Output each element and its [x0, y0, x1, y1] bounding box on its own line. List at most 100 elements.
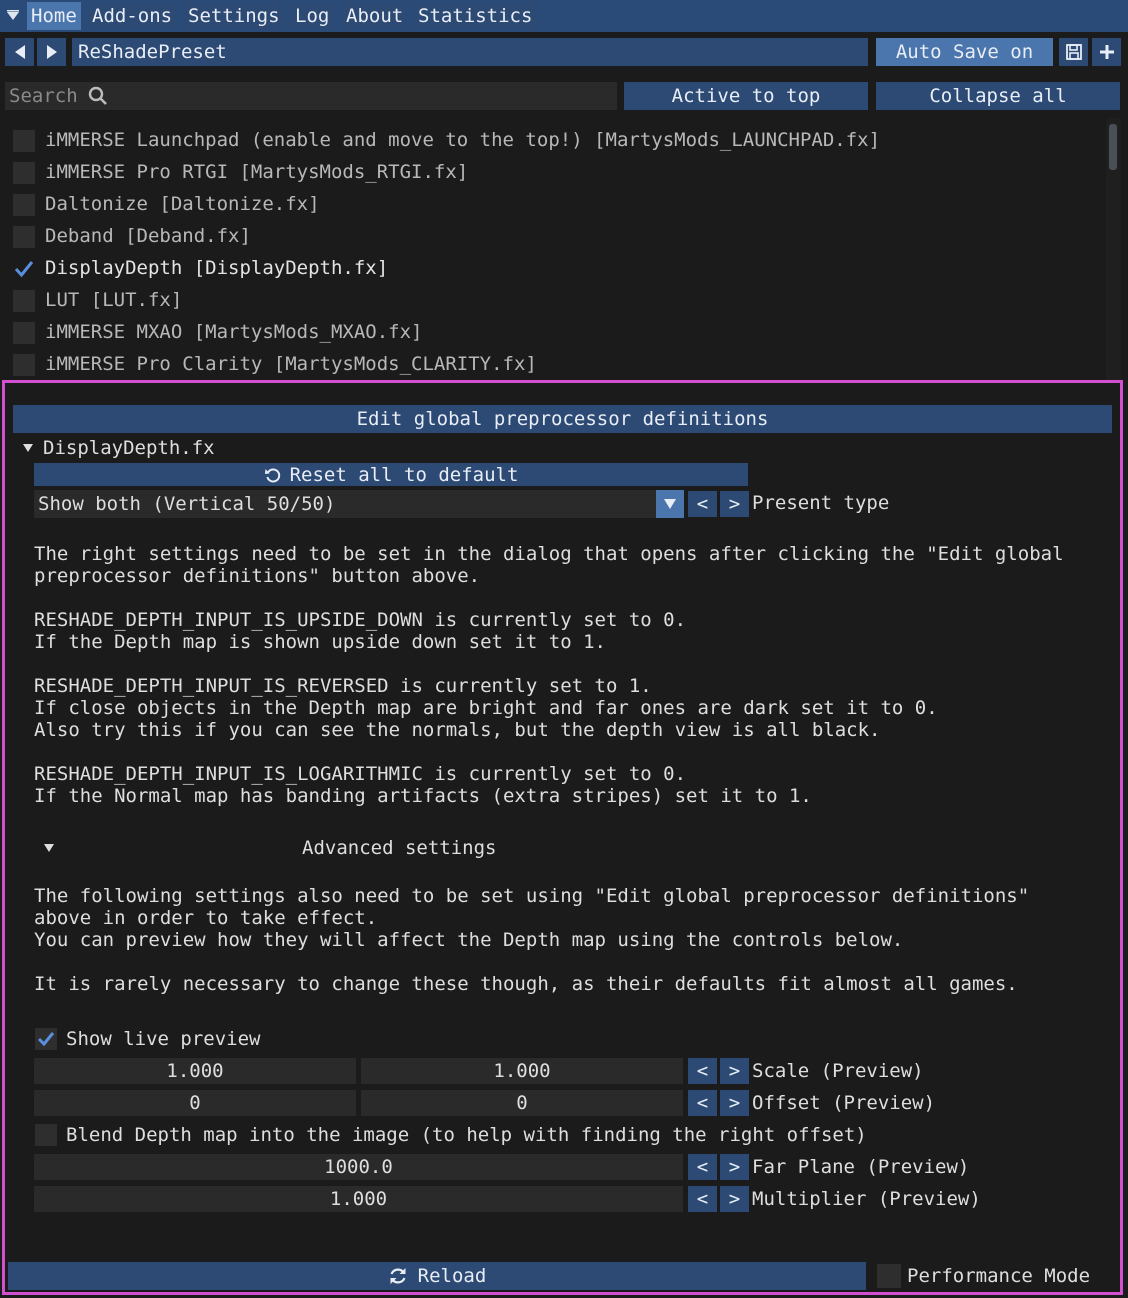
info-text: preprocessor definitions" button above. — [34, 565, 481, 587]
tab-bar: Home Add-ons Settings Log About Statisti… — [0, 0, 1128, 32]
present-type-prev-button[interactable]: < — [688, 491, 717, 517]
offset-y-input[interactable]: 0 — [361, 1090, 683, 1116]
edit-global-preprocessor-button[interactable]: Edit global preprocessor definitions — [13, 405, 1112, 433]
info-text: You can preview how they will affect the… — [34, 929, 904, 951]
scale-y-input[interactable]: 1.000 — [361, 1058, 683, 1084]
offset-y-value: 0 — [516, 1092, 528, 1114]
far-plane-decrease-button[interactable]: < — [688, 1154, 717, 1180]
multiplier-decrease-button[interactable]: < — [688, 1186, 717, 1212]
dropdown-arrow-icon — [664, 499, 676, 509]
effect-enable-checkbox[interactable] — [13, 162, 35, 184]
save-preset-button[interactable] — [1059, 38, 1088, 66]
present-type-dropdown-button[interactable] — [656, 490, 684, 518]
menu-dropdown-icon[interactable] — [4, 5, 22, 27]
tab-home[interactable]: Home — [27, 2, 81, 30]
effect-enable-checkbox[interactable] — [13, 354, 35, 376]
scale-y-value: 1.000 — [493, 1060, 551, 1082]
plus-icon — [1099, 45, 1114, 59]
effect-enable-checkbox[interactable] — [13, 226, 35, 248]
effect-enable-checkbox[interactable] — [13, 194, 35, 216]
far-plane-value: 1000.0 — [324, 1156, 393, 1178]
tab-about[interactable]: About — [342, 2, 408, 30]
info-text: If close objects in the Depth map are br… — [34, 697, 938, 719]
reload-button[interactable]: Reload — [8, 1262, 866, 1290]
effect-item[interactable]: Deband [Deband.fx] — [5, 220, 1105, 252]
effect-enable-checkbox[interactable] — [13, 322, 35, 344]
scale-label: Scale (Preview) — [752, 1060, 924, 1082]
multiplier-increase-button[interactable]: > — [720, 1186, 749, 1212]
scale-x-input[interactable]: 1.000 — [34, 1058, 356, 1084]
effect-list: iMMERSE Launchpad (enable and move to th… — [5, 118, 1121, 380]
add-preset-button[interactable] — [1092, 38, 1121, 66]
performance-mode-checkbox[interactable] — [877, 1264, 901, 1288]
tab-log-label: Log — [295, 5, 330, 27]
info-text: It is rarely necessary to change these t… — [34, 973, 1018, 995]
present-type-value: Show both (Vertical 50/50) — [38, 493, 336, 515]
multiplier-input[interactable]: 1.000 — [34, 1186, 683, 1212]
auto-save-button[interactable]: Auto Save on — [876, 38, 1053, 66]
info-text: The right settings need to be set in the… — [34, 543, 1064, 565]
search-placeholder: Search — [9, 85, 78, 107]
advanced-settings-label: Advanced settings — [302, 837, 497, 859]
offset-increase-button[interactable]: > — [720, 1090, 749, 1116]
tab-statistics[interactable]: Statistics — [414, 2, 537, 30]
effect-item[interactable]: iMMERSE MXAO [MartysMods_MXAO.fx] — [5, 316, 1105, 348]
scale-increase-button[interactable]: > — [720, 1058, 749, 1084]
effect-enable-checkbox[interactable] — [13, 290, 35, 312]
effect-item[interactable]: DisplayDepth [DisplayDepth.fx] — [5, 252, 1105, 284]
effect-item[interactable]: LUT [LUT.fx] — [5, 284, 1105, 316]
search-input[interactable]: Search — [5, 82, 617, 110]
tab-log[interactable]: Log — [291, 2, 334, 30]
preset-name: ReShadePreset — [78, 41, 227, 63]
effect-enable-checkbox[interactable] — [13, 130, 35, 152]
preset-selector[interactable]: ReShadePreset — [72, 38, 868, 66]
effect-item[interactable]: iMMERSE Pro Clarity [MartysMods_CLARITY.… — [5, 348, 1105, 380]
next-preset-button[interactable] — [37, 38, 66, 66]
effect-item[interactable]: iMMERSE Launchpad (enable and move to th… — [5, 124, 1105, 156]
show-live-preview-checkbox[interactable] — [35, 1028, 57, 1050]
reset-all-button[interactable]: Reset all to default — [34, 463, 748, 486]
effect-header-displaydepth[interactable]: DisplayDepth.fx — [22, 436, 215, 460]
info-text: If the Depth map is shown upside down se… — [34, 631, 606, 653]
offset-label: Offset (Preview) — [752, 1092, 936, 1114]
previous-preset-button[interactable] — [5, 38, 34, 66]
advanced-settings-header[interactable]: Advanced settings — [34, 835, 748, 861]
effect-item[interactable]: Daltonize [Daltonize.fx] — [5, 188, 1105, 220]
tab-settings[interactable]: Settings — [184, 2, 284, 30]
offset-x-input[interactable]: 0 — [34, 1090, 356, 1116]
effect-file-title: DisplayDepth.fx — [43, 437, 215, 459]
tab-add-ons[interactable]: Add-ons — [88, 2, 177, 30]
collapse-triangle-icon — [23, 444, 33, 452]
less-than-icon: < — [696, 493, 709, 515]
checkmark-icon — [37, 1032, 55, 1047]
greater-than-icon: > — [728, 1156, 741, 1178]
collapse-all-button[interactable]: Collapse all — [876, 82, 1120, 110]
blend-depth-checkbox[interactable] — [35, 1124, 57, 1146]
checkmark-icon — [14, 261, 34, 278]
reset-icon — [264, 468, 280, 482]
performance-mode-label: Performance Mode — [907, 1265, 1091, 1287]
effect-enable-checkbox[interactable] — [13, 258, 35, 280]
effect-label: iMMERSE MXAO [MartysMods_MXAO.fx] — [45, 321, 423, 343]
less-than-icon: < — [696, 1156, 709, 1178]
info-text: RESHADE_DEPTH_INPUT_IS_REVERSED is curre… — [34, 675, 652, 697]
scale-decrease-button[interactable]: < — [688, 1058, 717, 1084]
scrollbar-thumb[interactable] — [1109, 124, 1117, 170]
search-icon — [88, 86, 107, 105]
blend-depth-label: Blend Depth map into the image (to help … — [66, 1124, 867, 1146]
present-type-combo[interactable]: Show both (Vertical 50/50) — [34, 490, 656, 518]
tab-statistics-label: Statistics — [418, 5, 533, 27]
effect-item[interactable]: iMMERSE Pro RTGI [MartysMods_RTGI.fx] — [5, 156, 1105, 188]
less-than-icon: < — [696, 1092, 709, 1114]
far-plane-label: Far Plane (Preview) — [752, 1156, 970, 1178]
show-live-preview-label: Show live preview — [66, 1028, 261, 1050]
far-plane-input[interactable]: 1000.0 — [34, 1154, 683, 1180]
present-type-next-button[interactable]: > — [720, 491, 749, 517]
effect-label: iMMERSE Pro RTGI [MartysMods_RTGI.fx] — [45, 161, 469, 183]
less-than-icon: < — [696, 1188, 709, 1210]
collapse-all-label: Collapse all — [929, 85, 1067, 107]
far-plane-increase-button[interactable]: > — [720, 1154, 749, 1180]
active-to-top-button[interactable]: Active to top — [624, 82, 868, 110]
edit-global-preprocessor-label: Edit global preprocessor definitions — [356, 408, 769, 430]
offset-decrease-button[interactable]: < — [688, 1090, 717, 1116]
